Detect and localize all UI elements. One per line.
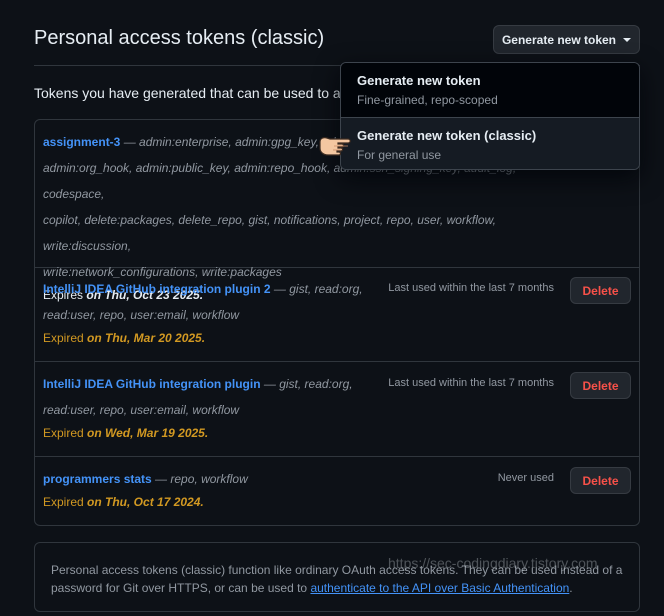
watermark: https://sec-codingdiary.tistory.com	[388, 555, 598, 571]
token-scopes: — repo, workflow	[151, 472, 248, 486]
token-name-link[interactable]: IntelliJ IDEA GitHub integration plugin …	[43, 282, 271, 296]
last-used-text: Last used within the last 7 months	[388, 282, 554, 294]
token-list: assignment-3 — admin:enterprise, admin:g…	[34, 119, 640, 526]
token-scopes: read:user, repo, user:email, workflow	[43, 308, 240, 322]
dropdown-item-fine-grained[interactable]: Generate new token Fine-grained, repo-sc…	[341, 63, 639, 117]
token-name-link[interactable]: programmers stats	[43, 472, 152, 486]
token-scopes: — admin:enterprise, admin:gpg_key, ad	[120, 135, 336, 149]
token-expiration: Expired on Wed, Mar 19 2025.	[43, 423, 631, 443]
last-used-text: Never used	[497, 472, 554, 484]
token-expiration: Expired on Thu, Mar 20 2025.	[43, 328, 631, 348]
expiration-prefix: Expired	[43, 495, 88, 509]
delete-token-button[interactable]: Delete	[570, 467, 631, 494]
expiration-date: on Wed, Mar 19 2025.	[87, 426, 209, 440]
token-expiration: Expired on Thu, Oct 17 2024.	[43, 492, 631, 512]
delete-token-button[interactable]: Delete	[570, 372, 631, 399]
expiration-prefix: Expired	[43, 426, 88, 440]
token-description: IntelliJ IDEA GitHub integration plugin …	[43, 276, 373, 328]
dropdown-item-subtitle: For general use	[357, 148, 442, 162]
expiration-date: on Thu, Oct 17 2024.	[87, 495, 204, 509]
tokens-intro-text: Tokens you have generated that can be us…	[34, 85, 348, 101]
token-description: IntelliJ IDEA GitHub integration plugin …	[43, 371, 373, 423]
token-item: IntelliJ IDEA GitHub integration plugin …	[35, 267, 639, 362]
note-text-end: .	[569, 581, 573, 595]
dropdown-item-classic[interactable]: Generate new token (classic) For general…	[341, 117, 639, 169]
expiration-date: on Thu, Mar 20 2025.	[87, 331, 206, 345]
generate-new-token-label: Generate new token	[501, 32, 617, 47]
page-title: Personal access tokens (classic)	[34, 27, 325, 49]
token-name-link[interactable]: assignment-3	[43, 135, 120, 149]
generate-token-dropdown: Generate new token Fine-grained, repo-sc…	[340, 62, 640, 170]
dropdown-item-title: Generate new token	[357, 73, 481, 88]
token-scopes: — gist, read:org,	[270, 282, 363, 296]
dropdown-item-subtitle: Fine-grained, repo-scoped	[357, 93, 498, 107]
token-name-link[interactable]: IntelliJ IDEA GitHub integration plugin	[43, 377, 261, 391]
token-item: IntelliJ IDEA GitHub integration plugin …	[35, 362, 639, 457]
expiration-prefix: Expired	[43, 331, 88, 345]
token-scopes: — gist, read:org,	[260, 377, 353, 391]
dropdown-item-title: Generate new token (classic)	[357, 128, 537, 143]
token-item: programmers stats — repo, workflow Expir…	[35, 457, 639, 525]
triangle-down-icon	[623, 38, 632, 42]
token-scopes: copilot, delete:packages, delete_repo, g…	[43, 213, 496, 253]
generate-new-token-button[interactable]: Generate new token	[493, 25, 640, 54]
token-description: programmers stats — repo, workflow	[43, 466, 373, 492]
last-used-text: Last used within the last 7 months	[388, 377, 554, 389]
basic-auth-link[interactable]: authenticate to the API over Basic Authe…	[310, 581, 569, 595]
page-header: Personal access tokens (classic) Generat…	[34, 0, 640, 66]
pointing-hand-cursor-icon	[319, 137, 351, 156]
token-scopes: read:user, repo, user:email, workflow	[43, 403, 240, 417]
info-note: Personal access tokens (classic) functio…	[34, 542, 640, 612]
delete-token-button[interactable]: Delete	[570, 277, 631, 304]
